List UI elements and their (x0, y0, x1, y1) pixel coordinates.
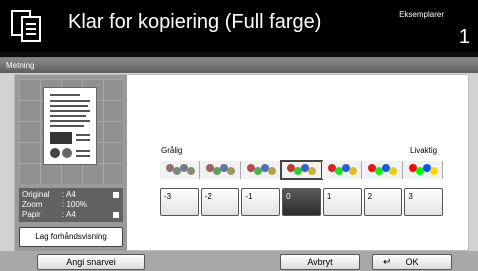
scale-min-label: Grålig (161, 146, 183, 155)
paper-tray-icon (113, 212, 119, 218)
saturation-thumb (321, 161, 363, 179)
saturation-level-button[interactable]: -2 (200, 188, 240, 216)
paper-row: Papir : A4 (22, 210, 123, 220)
original-key: Original (22, 190, 50, 199)
ok-label: OK (405, 257, 419, 267)
saturation-level-button[interactable]: -3 (160, 188, 199, 216)
settings-content: Original : A4 Zoom : 100% Papir : A4 Lag… (14, 74, 469, 251)
paper-value: : A4 (62, 210, 76, 219)
color-sample-dot (389, 167, 398, 175)
preview-button[interactable]: Lag forhåndsvisning (19, 227, 123, 247)
ok-button[interactable]: ↵ OK (372, 254, 452, 270)
saturation-thumb (280, 160, 323, 180)
page-title: Klar for kopiering (Full farge) (68, 11, 322, 33)
color-sample-dot (308, 167, 317, 175)
saturation-level-buttons: -3 -2 -1 0 1 2 3 (160, 188, 444, 216)
color-sample-dot (348, 167, 357, 175)
bottom-bar: Angi snarvei Avbryt ↵ OK (0, 251, 478, 271)
color-sample-dot (187, 167, 195, 175)
copies-count: 1 (458, 26, 470, 48)
copies-label: Eksemplarer (399, 10, 444, 19)
saturation-level-button[interactable]: -1 (241, 188, 281, 216)
tab-saturation: Metning (0, 58, 478, 73)
original-value: : A4 (62, 190, 76, 199)
zoom-row: Zoom : 100% (22, 200, 123, 210)
paper-key: Papir (22, 210, 41, 219)
settings-panel: Metning Original: A4 Zoom: 100% Papir … (0, 57, 478, 251)
enter-icon: ↵ (383, 257, 392, 268)
cancel-button[interactable]: Avbryt (280, 254, 360, 270)
original-info: Original : A4 Zoom : 100% Papir : A4 (19, 188, 123, 222)
status-header: Klar for kopiering (Full farge) Eksempla… (0, 0, 478, 52)
original-row: Original : A4 (22, 190, 123, 200)
saturation-level-button[interactable]: 2 (363, 188, 403, 216)
saturation-level-button[interactable]: 1 (322, 188, 362, 216)
zoom-value: : 100% (62, 200, 87, 209)
color-sample-dot (267, 167, 276, 175)
saturation-level-button[interactable]: 3 (404, 188, 444, 216)
saturation-thumb (160, 161, 201, 179)
saturation-thumb (240, 161, 282, 179)
color-sample-dot (429, 167, 438, 175)
copy-icon (11, 10, 41, 42)
saturation-thumbnails (160, 160, 443, 180)
original-size-icon (113, 192, 119, 198)
preview-column: Original : A4 Zoom : 100% Papir : A4 Lag… (15, 75, 127, 251)
document-thumbnail (43, 87, 97, 165)
scale-max-label: Livaktig (410, 146, 438, 155)
saturation-thumb (200, 161, 241, 179)
color-sample-dot (227, 167, 236, 175)
saturation-thumb (402, 161, 443, 179)
saturation-level-button-selected[interactable]: 0 (282, 188, 321, 216)
zoom-key: Zoom (22, 200, 43, 209)
saturation-thumb (362, 161, 403, 179)
add-shortcut-button[interactable]: Angi snarvei (37, 254, 145, 270)
preview-area (19, 79, 123, 184)
